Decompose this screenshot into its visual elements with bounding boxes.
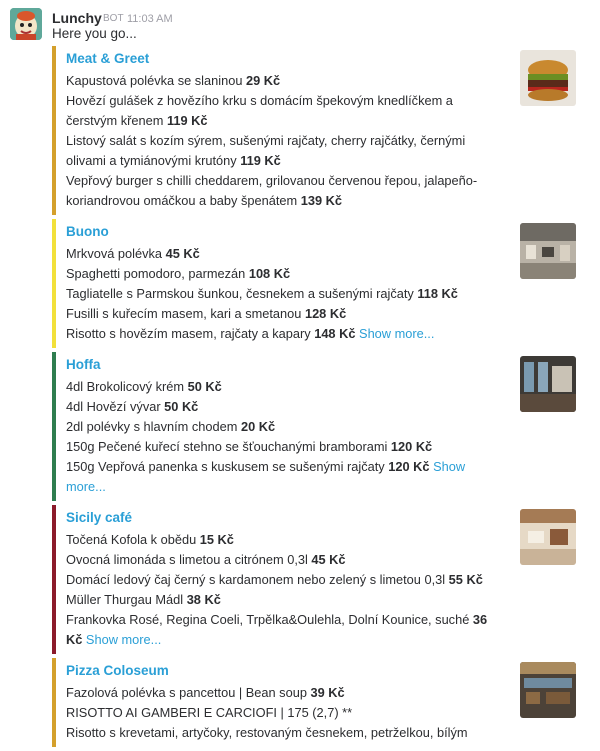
menu-item-text: Frankovka Rosé, Regina Coeli, Trpělka&Ou… xyxy=(66,612,473,627)
menu-item-text: Mrkvová polévka xyxy=(66,246,166,261)
restaurant-name-link[interactable]: Pizza Coloseum xyxy=(66,662,490,680)
menu-item-price: 29 Kč xyxy=(246,73,281,88)
burger-thumbnail-icon xyxy=(520,50,576,106)
restaurant-name-link[interactable]: Sicily café xyxy=(66,509,490,527)
menu-item: Frankovka Rosé, Regina Coeli, Trpělka&Ou… xyxy=(66,610,490,650)
menu-item-price: 50 Kč xyxy=(164,399,199,414)
show-more-link[interactable]: Show more... xyxy=(86,632,161,647)
restaurant-name-link[interactable]: Hoffa xyxy=(66,356,490,374)
menu-item-price: 39 Kč xyxy=(310,685,345,700)
menu-item-price: 148 Kč xyxy=(314,326,356,341)
restaurant-attachment: Meat & Greet Kapustová polévka se slanino… xyxy=(52,46,590,215)
restaurant-thumbnail[interactable] xyxy=(520,356,576,412)
menu-item-text: Domácí ledový čaj černý s kardamonem neb… xyxy=(66,572,449,587)
menu-item: Tagliatelle s Parmskou šunkou, česnekem … xyxy=(66,284,490,304)
menu-item-text: Fusilli s kuřecím masem, kari a smetanou xyxy=(66,306,305,321)
menu-item-text: Točená Kofola k obědu xyxy=(66,532,200,547)
restaurant-thumbnail[interactable] xyxy=(520,509,576,565)
restaurant-name-link[interactable]: Buono xyxy=(66,223,490,241)
menu-item-price: 108 Kč xyxy=(248,266,291,281)
bot-avatar[interactable] xyxy=(10,8,42,40)
menu-item-text: Tagliatelle s Parmskou šunkou, česnekem … xyxy=(66,286,418,301)
menu-item: Fusilli s kuřecím masem, kari a smetanou… xyxy=(66,304,490,324)
menu-item-text: RISOTTO AI GAMBERI E CARCIOFI | 175 (2,7… xyxy=(66,705,353,720)
menu-item-price: 128 Kč xyxy=(304,306,347,321)
menu-item-price: 139 Kč xyxy=(300,193,343,208)
menu-item-price: 45 Kč xyxy=(311,552,346,567)
menu-item: 2dl polévky s hlavním chodem 20 Kč xyxy=(66,417,490,437)
menu-item: Hovězí gulášek z hovězího krku s domácím… xyxy=(66,91,490,131)
menu-item: Vepřový burger s chilli cheddarem, grilo… xyxy=(66,171,490,211)
menu-item-price: 15 Kč xyxy=(199,532,234,547)
menu-item-text: Kapustová polévka se slaninou xyxy=(66,73,246,88)
menu-item: 150g Vepřová panenka s kuskusem se sušen… xyxy=(66,457,490,497)
menu-item-text: 150g Vepřová panenka s kuskusem se sušen… xyxy=(66,459,389,474)
menu-item-price: 45 Kč xyxy=(165,246,200,261)
restaurant-attachment: Sicily café Točená Kofola k obědu 15 Kč Ov… xyxy=(52,505,590,654)
restaurant-thumbnail[interactable] xyxy=(520,662,576,718)
menu-item: RISOTTO AI GAMBERI E CARCIOFI | 175 (2,7… xyxy=(66,703,490,723)
restaurant-attachment: Buono Mrkvová polévka 45 Kč Spaghetti pomo… xyxy=(52,219,590,348)
menu-item-text: Vepřový burger s chilli cheddarem, grilo… xyxy=(66,173,478,208)
menu-item-price: 118 Kč xyxy=(417,286,458,301)
menu-item: Mrkvová polévka 45 Kč xyxy=(66,244,490,264)
menu-item: Domácí ledový čaj černý s kardamonem neb… xyxy=(66,570,490,590)
interior-thumbnail-icon xyxy=(520,223,576,279)
interior-thumbnail-icon xyxy=(520,662,576,718)
menu-item-text: Hovězí gulášek z hovězího krku s domácím… xyxy=(66,93,453,128)
menu-item-text: Fazolová polévka s pancettou | Bean soup xyxy=(66,685,311,700)
menu-item-text: Ovocná limonáda s limetou a citrónem 0,3… xyxy=(66,552,312,567)
menu-item-text: 4dl Brokolicový krém xyxy=(66,379,188,394)
menu-item-text: 150g Pečené kuřecí stehno se šťouchanými… xyxy=(66,439,391,454)
menu-item-price: 50 Kč xyxy=(187,379,222,394)
interior-thumbnail-icon xyxy=(520,356,576,412)
menu-item-text: Risotto s krevetami, artyčoky, restovaný… xyxy=(66,725,468,740)
menu-item: Risotto s krevetami, artyčoky, restovaný… xyxy=(66,723,490,743)
message-author[interactable]: Lunchy xyxy=(52,10,102,26)
menu-item: Risotto s hovězím masem, rajčaty a kapar… xyxy=(66,324,490,344)
menu-item-text: Risotto s hovězím masem, rajčaty a kapar… xyxy=(66,326,315,341)
restaurant-thumbnail[interactable] xyxy=(520,50,576,106)
menu-item: Ovocná limonáda s limetou a citrónem 0,3… xyxy=(66,550,490,570)
menu-item-text: Müller Thurgau Mádl xyxy=(66,592,187,607)
menu-item: Fazolová polévka s pancettou | Bean soup… xyxy=(66,683,490,703)
interior-thumbnail-icon xyxy=(520,509,576,565)
menu-item: Listový salát s kozím sýrem, sušenými ra… xyxy=(66,131,490,171)
message-intro: Here you go... xyxy=(52,26,137,41)
menu-item-text: 2dl polévky s hlavním chodem xyxy=(66,419,241,434)
menu-item: Kapustová polévka se slaninou 29 Kč xyxy=(66,71,490,91)
restaurant-attachment: Hoffa 4dl Brokolicový krém 50 Kč 4dl Hověz… xyxy=(52,352,590,501)
menu-item: 150g Pečené kuřecí stehno se šťouchanými… xyxy=(66,437,490,457)
menu-item-price: 55 Kč xyxy=(448,572,483,587)
restaurant-attachment: Pizza Coloseum Fazolová polévka s pancett… xyxy=(52,658,590,747)
menu-item: Točená Kofola k obědu 15 Kč xyxy=(66,530,490,550)
menu-item-price: 120 Kč xyxy=(388,459,430,474)
show-more-link[interactable]: Show more... xyxy=(359,326,434,341)
menu-item-price: 119 Kč xyxy=(240,153,281,168)
menu-item: Müller Thurgau Mádl 38 Kč xyxy=(66,590,490,610)
message-timestamp[interactable]: 11:03 AM xyxy=(127,13,173,25)
menu-item: 4dl Hovězí vývar 50 Kč xyxy=(66,397,490,417)
restaurant-thumbnail[interactable] xyxy=(520,223,576,279)
menu-item-text: Spaghetti pomodoro, parmezán xyxy=(66,266,249,281)
menu-item-text: 4dl Hovězí vývar xyxy=(66,399,165,414)
restaurant-name-link[interactable]: Meat & Greet xyxy=(66,50,490,68)
lunchy-avatar-icon xyxy=(10,8,42,40)
menu-item-price: 120 Kč xyxy=(390,439,433,454)
menu-item: 4dl Brokolicový krém 50 Kč xyxy=(66,377,490,397)
menu-item-price: 38 Kč xyxy=(186,592,221,607)
menu-item-price: 20 Kč xyxy=(240,419,276,434)
menu-item: Spaghetti pomodoro, parmezán 108 Kč xyxy=(66,264,490,284)
menu-item-price: 119 Kč xyxy=(166,113,208,128)
attachments-list: Meat & Greet Kapustová polévka se slanino… xyxy=(52,46,590,751)
bot-badge: BOT xyxy=(103,13,124,24)
